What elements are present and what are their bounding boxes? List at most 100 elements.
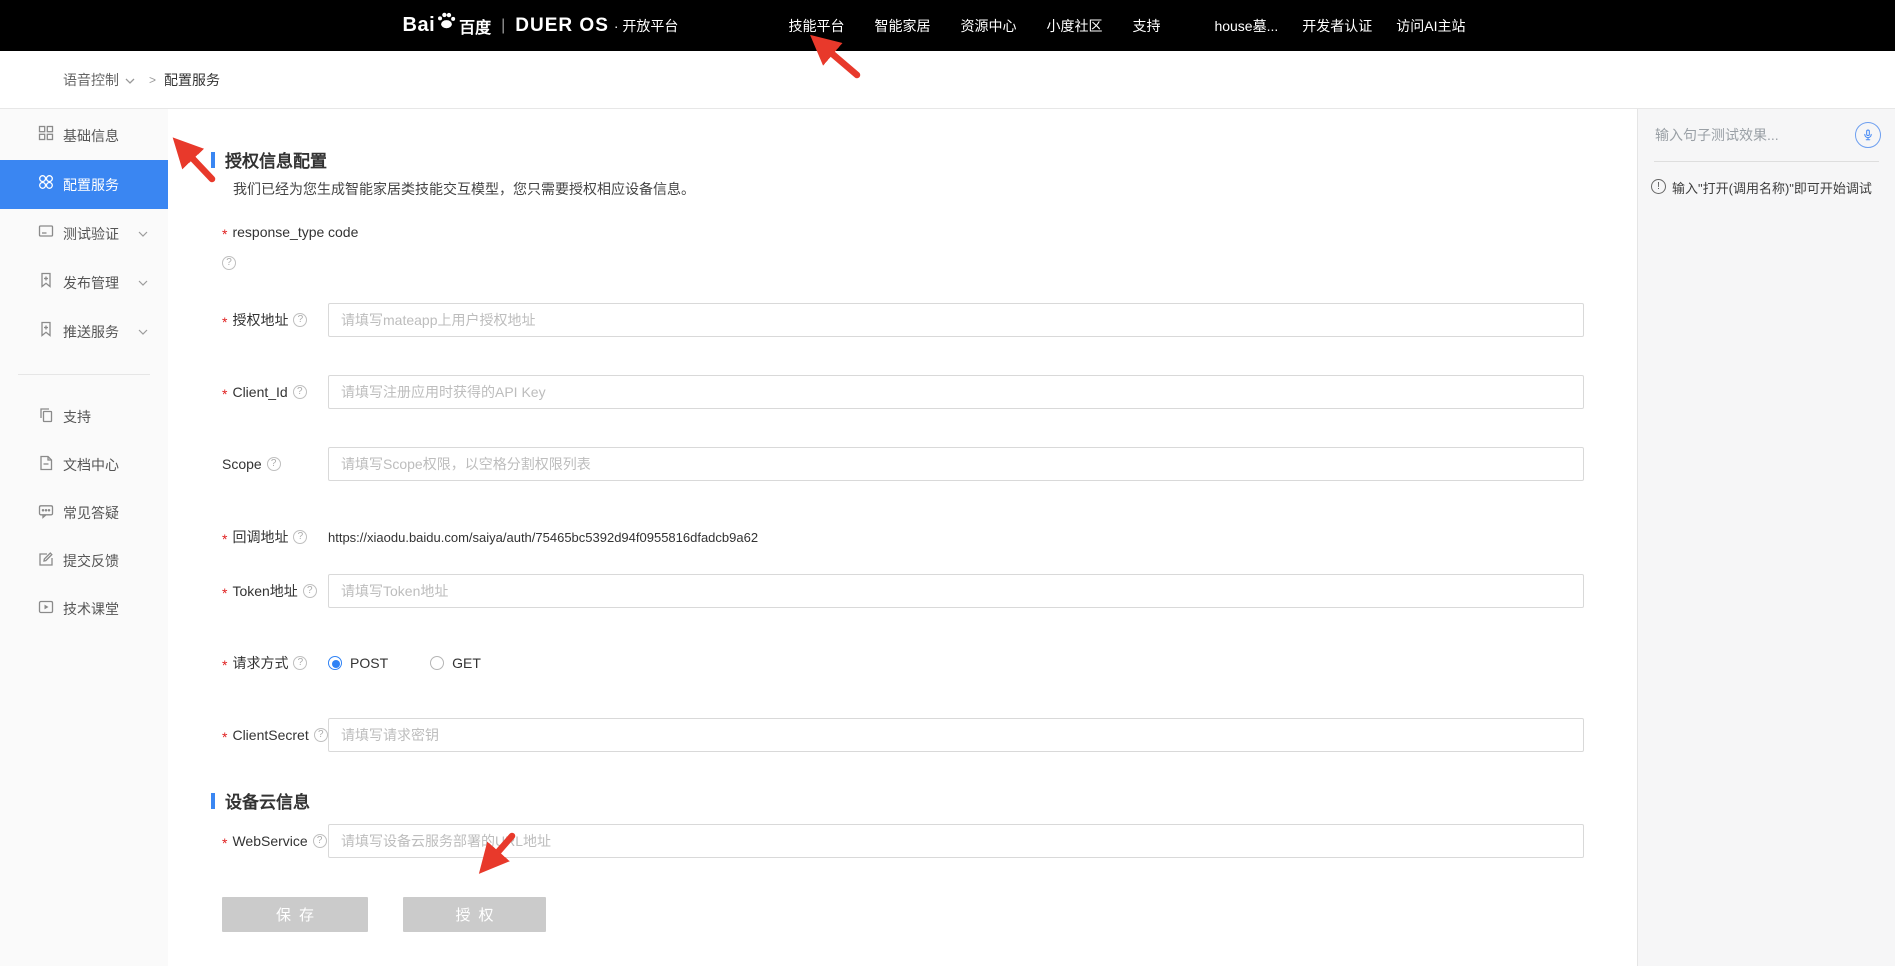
token-url-input[interactable] [328, 574, 1584, 608]
request-method-label: * 请求方式 ? [222, 653, 328, 673]
help-icon[interactable]: ? [293, 313, 307, 327]
client-id-input[interactable] [328, 375, 1584, 409]
radio-unselected-icon[interactable] [430, 656, 444, 670]
breadcrumb-skill-name[interactable]: 语音控制 [63, 70, 119, 90]
sidebar-item-label: 配置服务 [63, 175, 119, 195]
auth-url-label: * 授权地址 ? [222, 310, 328, 330]
sidebar-item-basic-info[interactable]: 基础信息 [0, 111, 168, 160]
client-id-row: * Client_Id ? [222, 375, 1584, 409]
auth-section-title: 授权信息配置 [211, 147, 327, 172]
play-video-icon [38, 599, 54, 620]
webservice-row: * WebService ? [222, 824, 1584, 858]
section-title-text: 授权信息配置 [225, 147, 327, 172]
baidu-logo-text: Bai [403, 14, 436, 37]
top-nav-menu: 技能平台 智能家居 资源中心 小度社区 支持 [789, 16, 1161, 36]
radio-option-get[interactable]: GET [430, 655, 481, 671]
auth-section-description: 我们已经为您生成智能家居类技能交互模型，您只需要授权相应设备信息。 [233, 179, 695, 199]
sidebar-divider [18, 374, 150, 375]
webservice-input[interactable] [328, 824, 1584, 858]
nav-xiaodu-community[interactable]: 小度社区 [1047, 16, 1103, 36]
help-icon[interactable]: ? [267, 457, 281, 471]
required-mark: * [222, 314, 227, 330]
sidebar-item-doc-center[interactable]: 文档中心 [0, 441, 168, 489]
top-navigation-bar: Bai 百度 | DUER OS · 开放平台 技能平台 智能家居 资源中心 小… [0, 0, 1895, 51]
help-icon[interactable]: ? [314, 728, 328, 742]
help-icon[interactable]: ? [313, 834, 327, 848]
callback-url-value: https://xiaodu.baidu.com/saiya/auth/7546… [328, 530, 758, 545]
nav-support[interactable]: 支持 [1133, 16, 1161, 36]
client-id-label: * Client_Id ? [222, 383, 328, 402]
sidebar-item-faq[interactable]: 常见答疑 [0, 489, 168, 537]
response-type-help-row: ? [222, 253, 1584, 273]
token-url-label: * Token地址 ? [222, 581, 328, 601]
required-mark: * [222, 585, 227, 601]
bookmark-plus-icon [38, 321, 54, 342]
sidebar-item-config-service[interactable]: 配置服务 [0, 160, 168, 209]
breadcrumb-separator: > [149, 73, 156, 87]
developer-certification-link[interactable]: 开发者认证 [1302, 16, 1372, 36]
chevron-down-icon[interactable] [138, 323, 148, 341]
client-secret-input[interactable] [328, 718, 1584, 752]
radio-option-post[interactable]: POST [328, 655, 388, 671]
nav-smart-home[interactable]: 智能家居 [875, 16, 931, 36]
required-mark: * [222, 835, 227, 851]
bookmark-plus-icon [38, 272, 54, 293]
username[interactable]: house墓... [1214, 16, 1278, 36]
sidebar-item-push-service[interactable]: 推送服务 [0, 307, 168, 356]
response-type-label: * response_type [222, 223, 328, 242]
baidu-paw-icon [436, 10, 457, 36]
main-content: 授权信息配置 我们已经为您生成智能家居类技能交互模型，您只需要授权相应设备信息。… [168, 109, 1637, 966]
response-type-value: code [328, 224, 358, 240]
test-hint: ! 输入"打开(调用名称)"即可开始调试 [1638, 162, 1895, 197]
sidebar-item-support[interactable]: 支持 [0, 393, 168, 441]
help-icon[interactable]: ? [222, 256, 236, 270]
help-icon[interactable]: ? [293, 656, 307, 670]
sidebar: 基础信息 配置服务 测试验证 发布管理 [0, 109, 168, 966]
section-title-text: 设备云信息 [225, 788, 310, 813]
sidebar-item-test-verify[interactable]: 测试验证 [0, 209, 168, 258]
scope-input[interactable] [328, 447, 1584, 481]
scope-row: Scope ? [222, 447, 1584, 481]
dueros-product-name: DUER OS [515, 15, 609, 37]
help-icon[interactable]: ? [293, 530, 307, 544]
save-button[interactable]: 保存 [222, 897, 368, 932]
blue-section-bar [211, 793, 215, 809]
test-hint-text: 输入"打开(调用名称)"即可开始调试 [1672, 178, 1872, 197]
response-type-row: * response_type code [222, 215, 1584, 249]
sidebar-item-label: 常见答疑 [63, 503, 119, 523]
microphone-button[interactable] [1855, 122, 1881, 148]
chevron-down-icon[interactable] [125, 72, 135, 90]
authorize-button[interactable]: 授权 [403, 897, 546, 932]
test-sentence-input[interactable] [1655, 127, 1855, 143]
help-icon[interactable]: ? [293, 385, 307, 399]
chevron-down-icon[interactable] [138, 225, 148, 243]
client-secret-row: * ClientSecret ? [222, 718, 1584, 752]
help-icon[interactable]: ? [303, 584, 317, 598]
radio-selected-icon[interactable] [328, 656, 342, 670]
nav-skill-platform[interactable]: 技能平台 [789, 16, 845, 36]
four-circles-icon [38, 174, 54, 195]
request-method-row: * 请求方式 ? POST GET [222, 646, 1584, 680]
nav-resource-center[interactable]: 资源中心 [961, 16, 1017, 36]
sidebar-item-label: 支持 [63, 407, 91, 427]
auth-url-input[interactable] [328, 303, 1584, 337]
sidebar-item-tech-class[interactable]: 技术课堂 [0, 585, 168, 633]
sidebar-item-label: 基础信息 [63, 126, 119, 146]
visit-ai-site-link[interactable]: 访问AI主站 [1396, 16, 1465, 36]
scope-label: Scope ? [222, 456, 328, 472]
copy-pages-icon [38, 407, 54, 428]
sidebar-item-label: 推送服务 [63, 322, 119, 342]
baidu-dueros-logo[interactable]: Bai 百度 | DUER OS · 开放平台 [403, 10, 679, 42]
callback-url-label: * 回调地址 ? [222, 527, 328, 547]
sidebar-item-label: 测试验证 [63, 224, 119, 244]
required-mark: * [222, 657, 227, 673]
required-mark: * [222, 386, 227, 402]
sidebar-item-label: 技术课堂 [63, 599, 119, 619]
blue-section-bar [211, 152, 215, 168]
sidebar-item-publish-manage[interactable]: 发布管理 [0, 258, 168, 307]
chevron-down-icon[interactable] [138, 274, 148, 292]
edit-pencil-icon [38, 551, 54, 572]
required-mark: * [222, 729, 227, 745]
sidebar-item-feedback[interactable]: 提交反馈 [0, 537, 168, 585]
open-platform-label: · 开放平台 [614, 16, 679, 36]
